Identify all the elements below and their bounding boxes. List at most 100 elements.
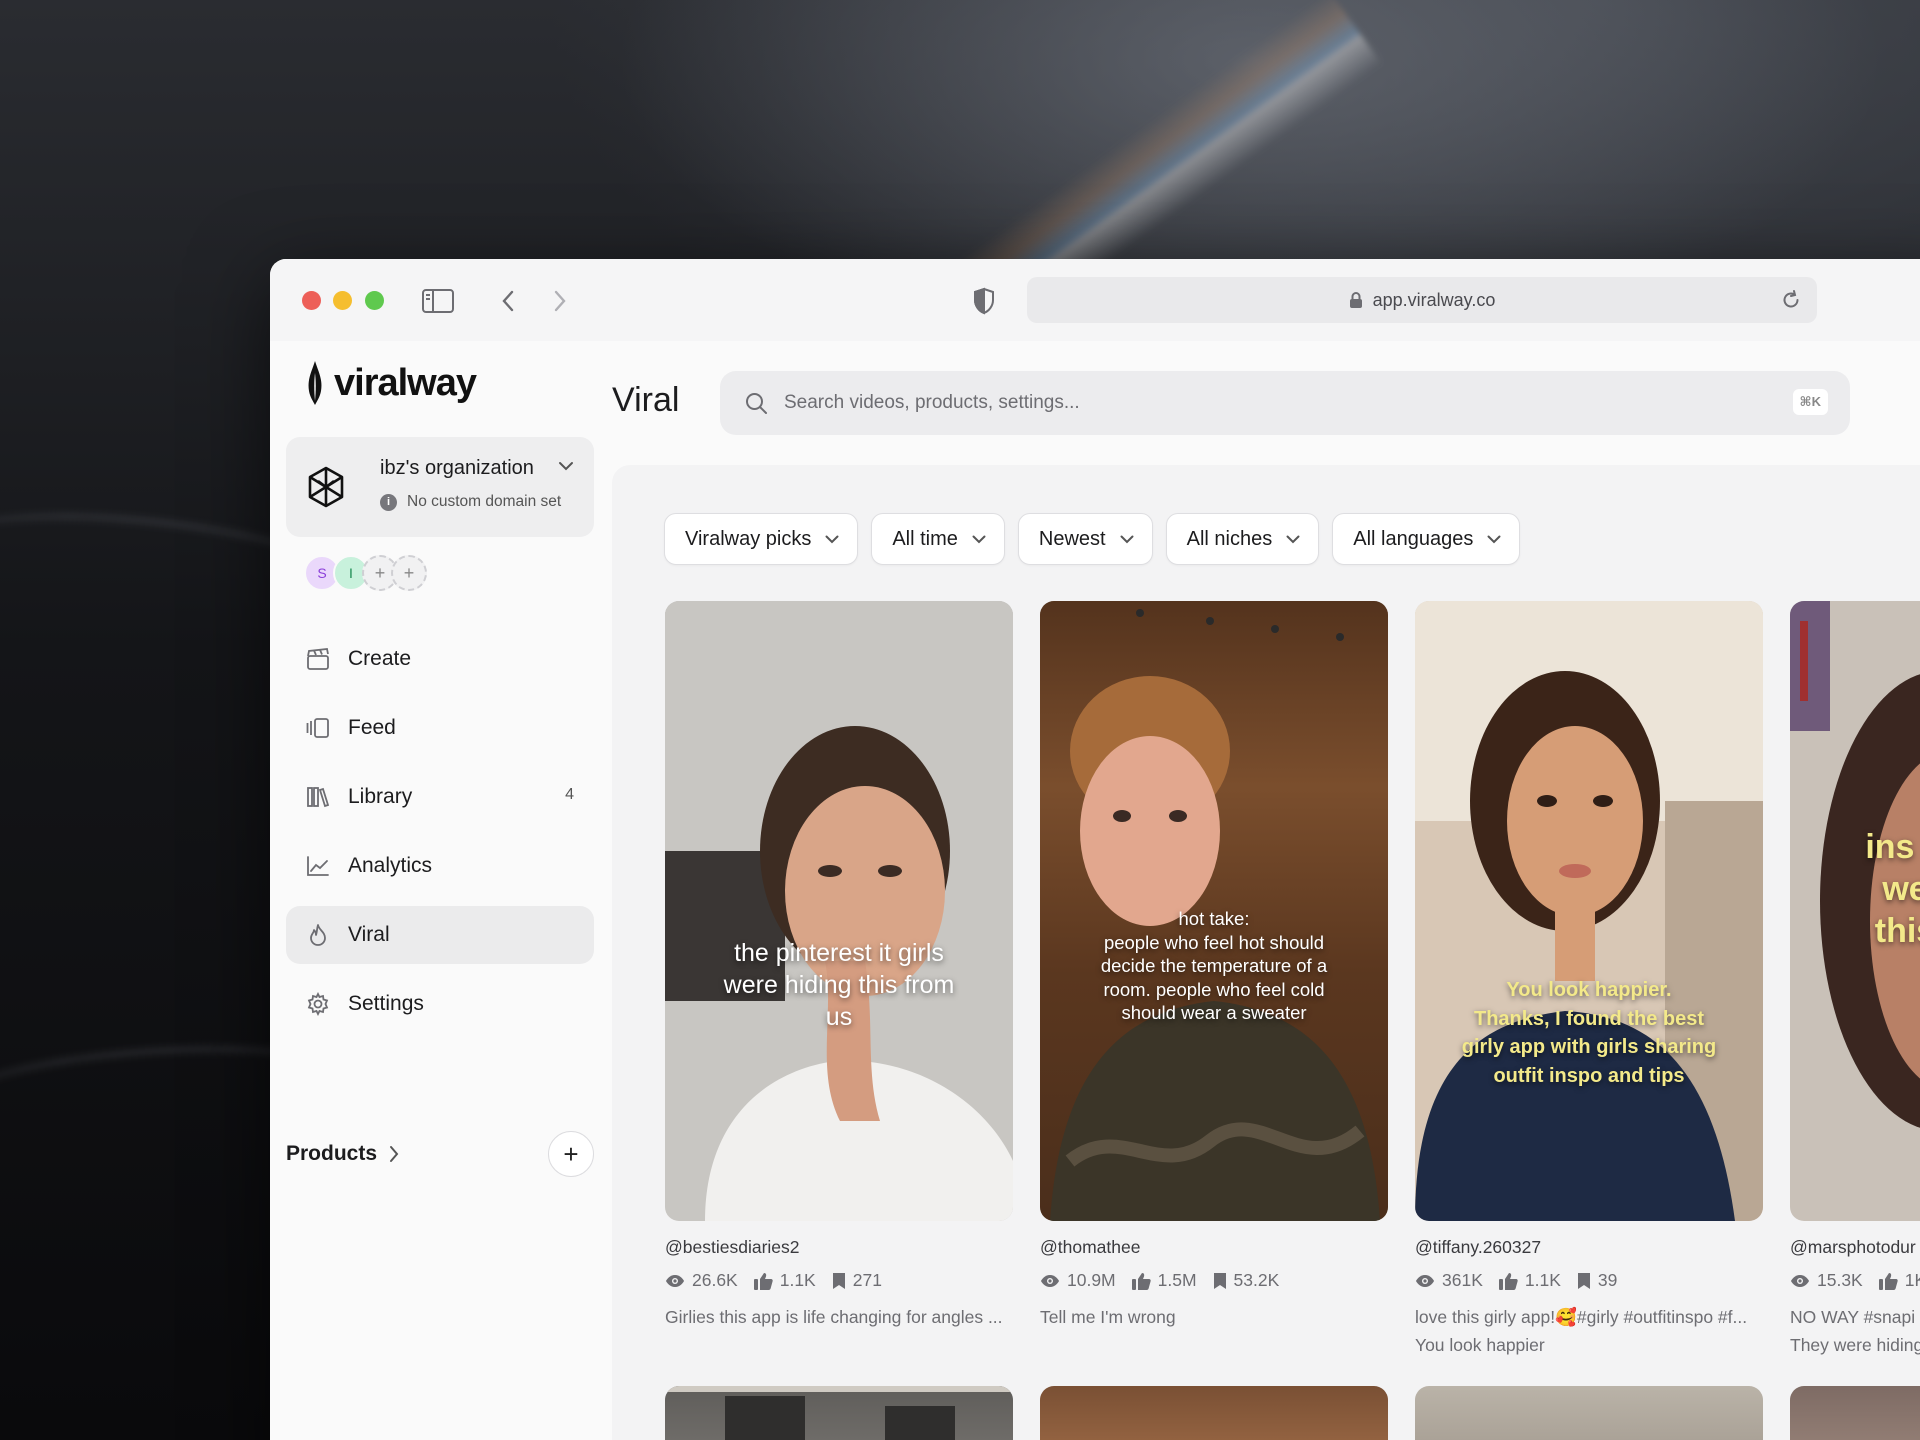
thumbs-up-icon: [1131, 1272, 1151, 1290]
views-stat: 26.6K: [665, 1270, 738, 1291]
video-thumbnail[interactable]: ins b we this: [1790, 601, 1920, 1221]
eye-icon: [666, 1274, 684, 1287]
video-stats: 26.6K 1.1K 271: [665, 1270, 1013, 1291]
video-thumbnail[interactable]: [1415, 1386, 1763, 1440]
saves-stat: 39: [1577, 1270, 1617, 1291]
sidebar-item-label: Analytics: [348, 854, 433, 877]
content-panel: Viralway picks All time Newest All niche…: [612, 465, 1920, 1440]
library-icon: [306, 785, 330, 809]
privacy-shield-icon[interactable]: [968, 285, 1000, 317]
views-count: 361K: [1442, 1270, 1483, 1290]
info-icon: i: [380, 493, 397, 511]
saves-stat: 53.2K: [1213, 1270, 1280, 1291]
creator-handle[interactable]: @bestiesdiaries2: [665, 1237, 1013, 1258]
keyboard-shortcut-badge: ⌘K: [1792, 389, 1828, 415]
close-window-button[interactable]: [302, 291, 321, 310]
video-card[interactable]: You look happier. Thanks, I found the be…: [1415, 601, 1763, 1359]
views-count: 26.6K: [692, 1270, 738, 1290]
viralway-logo-icon: [308, 361, 322, 405]
video-thumbnail-art: [1415, 601, 1763, 1221]
filter-sort-dropdown[interactable]: Newest: [1017, 513, 1153, 565]
video-thumbnail[interactable]: [665, 1386, 1013, 1440]
chevron-down-icon: [558, 461, 574, 471]
sidebar-item-analytics[interactable]: Analytics: [286, 837, 594, 895]
video-caption: the pinterest it girls were hiding this …: [723, 939, 955, 1031]
video-thumbnail-art: [665, 601, 1013, 1221]
bookmark-icon: [1213, 1272, 1226, 1289]
search-placeholder: Search videos, products, settings...: [784, 392, 1080, 413]
gear-icon: [306, 992, 330, 1016]
filter-bar: Viralway picks All time Newest All niche…: [664, 513, 1533, 565]
maximize-window-button[interactable]: [365, 291, 384, 310]
thumbs-up-icon: [1498, 1272, 1518, 1290]
products-section: Products +: [286, 1131, 594, 1177]
sidebar-item-library[interactable]: Library 4: [286, 768, 594, 826]
page-title: Viral: [612, 381, 680, 419]
bookmark-icon: [1577, 1272, 1590, 1289]
sidebar-item-label: Feed: [348, 716, 396, 739]
video-thumbnail[interactable]: [1790, 1386, 1920, 1440]
clapperboard-icon: [306, 647, 330, 671]
browser-window: app.viralway.co viralway ibz's organizat…: [270, 259, 1920, 1440]
views-count: 15.3K: [1817, 1270, 1863, 1290]
video-card[interactable]: the pinterest it girls were hiding this …: [665, 601, 1013, 1331]
organization-switcher[interactable]: ibz's organization i No custom domain se…: [286, 437, 594, 537]
likes-count: 1.1K: [1524, 1270, 1561, 1290]
minimize-window-button[interactable]: [333, 291, 352, 310]
video-card[interactable]: hot take: people who feel hot should dec…: [1040, 601, 1388, 1331]
chevron-right-icon[interactable]: [389, 1145, 399, 1163]
sidebar-item-label: Viral: [348, 923, 390, 946]
creator-handle[interactable]: @thomathee: [1040, 1237, 1388, 1258]
back-arrow-icon[interactable]: [492, 285, 524, 317]
likes-count: 1.5M: [1157, 1270, 1197, 1290]
filter-time-dropdown[interactable]: All time: [871, 513, 1005, 565]
sidebar-item-create[interactable]: Create: [286, 630, 594, 688]
sidebar-item-settings[interactable]: Settings: [286, 975, 594, 1033]
video-thumbnail[interactable]: You look happier. Thanks, I found the be…: [1415, 601, 1763, 1221]
video-card[interactable]: ins b we this @marsphotodur 15.3K 1K NO …: [1790, 601, 1920, 1359]
likes-stat: 1.5M: [1131, 1270, 1197, 1291]
video-description: Tell me I'm wrong: [1040, 1307, 1176, 1327]
chevron-down-icon: [1120, 535, 1134, 544]
sidebar-item-viral[interactable]: Viral: [286, 906, 594, 964]
video-thumbnail-art: [665, 1386, 1013, 1440]
saves-stat: 271: [832, 1270, 882, 1291]
organization-logo-icon: [308, 466, 344, 508]
saves-count: 53.2K: [1233, 1270, 1280, 1290]
url-text: app.viralway.co: [1372, 289, 1496, 310]
video-stats: 15.3K 1K: [1790, 1270, 1920, 1291]
address-bar[interactable]: app.viralway.co: [1027, 277, 1817, 323]
sidebar-item-feed[interactable]: Feed: [286, 699, 594, 757]
thumbs-up-icon: [1878, 1272, 1898, 1290]
sidebar-toggle-icon[interactable]: [422, 285, 454, 317]
sidebar-item-label: Library: [348, 785, 413, 808]
filter-label: Viralway picks: [685, 527, 812, 550]
domain-status-text: No custom domain set: [407, 493, 562, 510]
products-link[interactable]: Products: [286, 1142, 377, 1166]
video-description-line2: They were hiding: [1790, 1335, 1920, 1355]
reload-icon[interactable]: [1781, 289, 1801, 311]
filter-label: All languages: [1353, 527, 1474, 550]
chart-icon: [306, 854, 330, 878]
video-thumbnail[interactable]: the pinterest it girls were hiding this …: [665, 601, 1013, 1221]
saves-count: 271: [852, 1270, 882, 1290]
forward-arrow-icon[interactable]: [544, 285, 576, 317]
likes-count: 1K: [1904, 1270, 1920, 1290]
creator-handle[interactable]: @tiffany.260327: [1415, 1237, 1763, 1258]
filter-language-dropdown[interactable]: All languages: [1332, 513, 1521, 565]
likes-count: 1.1K: [779, 1270, 816, 1290]
invite-member-button[interactable]: +: [391, 555, 427, 591]
video-thumbnail[interactable]: hot take: people who feel hot should dec…: [1040, 601, 1388, 1221]
filter-picks-dropdown[interactable]: Viralway picks: [664, 513, 859, 565]
filter-niche-dropdown[interactable]: All niches: [1165, 513, 1320, 565]
brand-logo[interactable]: viralway: [304, 361, 477, 405]
search-input[interactable]: Search videos, products, settings... ⌘K: [720, 371, 1850, 435]
chevron-down-icon: [1487, 535, 1501, 544]
add-product-button[interactable]: +: [548, 1131, 594, 1177]
video-description: Girlies this app is life changing for an…: [665, 1307, 1003, 1327]
video-thumbnail[interactable]: [1040, 1386, 1388, 1440]
eye-icon: [1041, 1274, 1059, 1287]
creator-handle[interactable]: @marsphotodur: [1790, 1237, 1920, 1258]
browser-toolbar: app.viralway.co: [270, 259, 1920, 341]
flame-icon: [306, 923, 330, 947]
